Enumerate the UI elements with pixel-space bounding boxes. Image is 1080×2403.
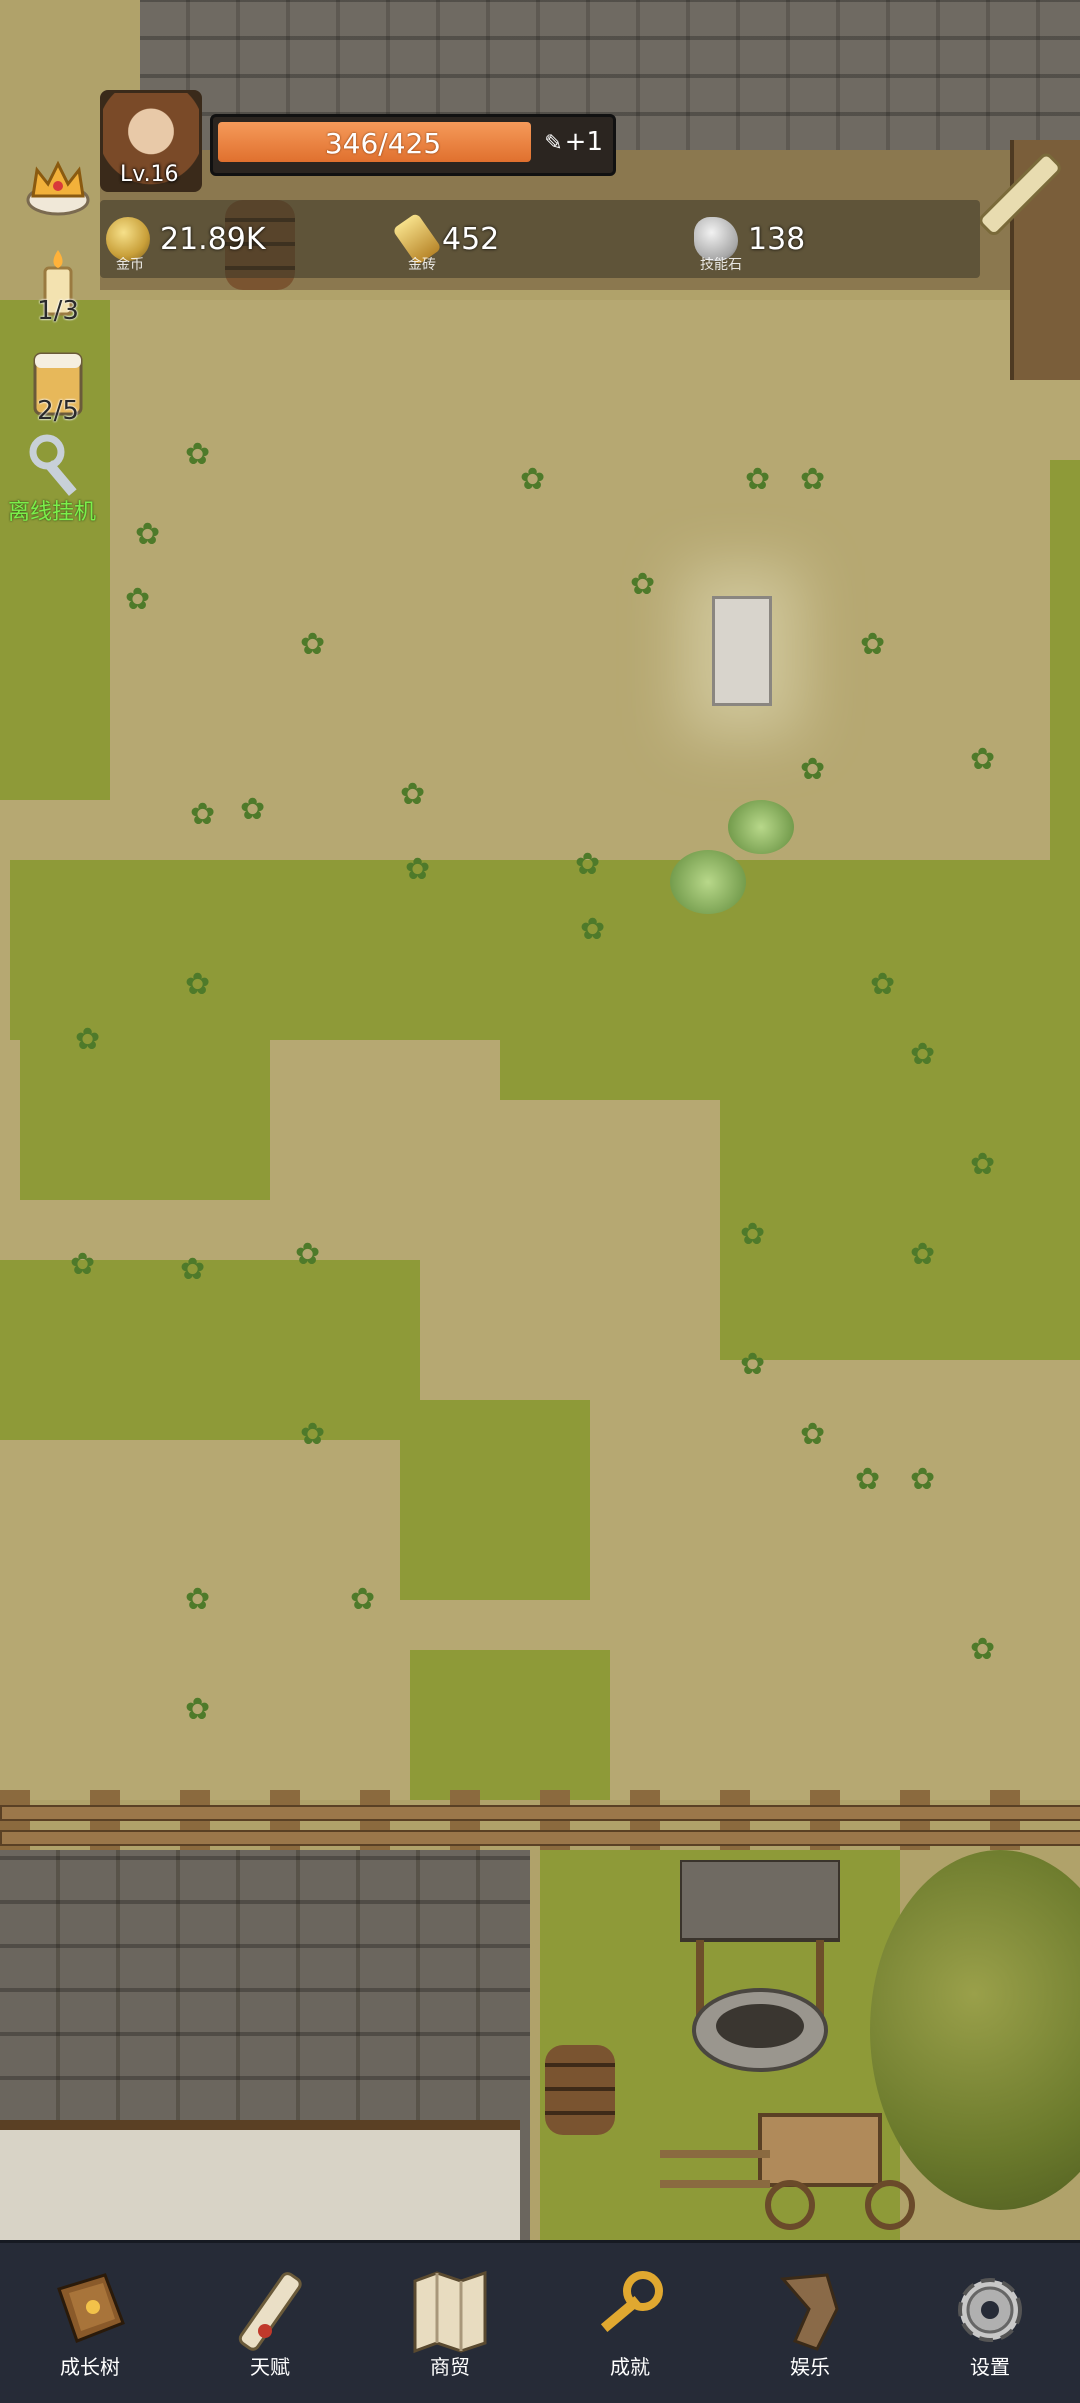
crop-sprout[interactable] <box>75 1025 111 1055</box>
entertainment-icon <box>779 2273 839 2351</box>
crop-sprout[interactable] <box>190 800 226 830</box>
grass-patch <box>500 1040 1080 1100</box>
grass-patch <box>0 1260 420 1440</box>
skill-stone-value: 138 <box>748 221 806 257</box>
crop-sprout[interactable] <box>910 1040 946 1070</box>
settings-gear-icon <box>958 2278 1022 2342</box>
grass-patch <box>20 1040 270 1200</box>
achievement-key-icon <box>600 2271 663 2332</box>
growth-tree-book-icon <box>57 2273 125 2343</box>
key-icon <box>29 434 77 496</box>
crop-sprout[interactable] <box>125 585 161 615</box>
crop-sprout[interactable] <box>185 1695 221 1725</box>
offline-idle-button[interactable] <box>18 430 98 504</box>
offline-idle-label[interactable]: 离线挂机 <box>8 494 96 526</box>
crop-sprout[interactable] <box>910 1240 946 1270</box>
drink-button[interactable]: 2/5 <box>18 348 98 426</box>
crop-sprout[interactable] <box>185 970 221 1000</box>
nav-talent[interactable]: 天赋 <box>180 2243 360 2403</box>
crop-sprout[interactable] <box>580 915 616 945</box>
quest-scroll-icon[interactable] <box>980 150 1070 240</box>
crop-sprout[interactable] <box>970 1150 1006 1180</box>
nav-settings-label: 设置 <box>970 2355 1010 2379</box>
crop-sprout[interactable] <box>135 520 171 550</box>
gold-brick-value: 452 <box>442 221 500 257</box>
crop-sprout[interactable] <box>300 630 336 660</box>
crop-sprout[interactable] <box>800 465 836 495</box>
house-wall <box>0 2120 520 2240</box>
crop-sprout[interactable] <box>970 1635 1006 1665</box>
gold-brick-label: 金砖 <box>408 257 436 273</box>
grass-patch <box>10 860 1080 1040</box>
farm-field-scene[interactable] <box>0 0 1080 2240</box>
crop-sprout[interactable] <box>800 1420 836 1450</box>
xp-bonus: ✎+1 <box>544 127 603 157</box>
crop-sprout[interactable] <box>970 745 1006 775</box>
fence-rail <box>0 1805 1080 1821</box>
crop-sprout[interactable] <box>860 630 896 660</box>
nav-trade-label: 商贸 <box>430 2355 470 2379</box>
gold-coin-resource[interactable]: 21.89K 金币 <box>106 200 266 278</box>
gold-coin-label: 金币 <box>116 257 144 273</box>
crop-sprout[interactable] <box>300 1420 336 1450</box>
gold-coin-value: 21.89K <box>160 221 266 257</box>
xp-bar: 346/425 ✎+1 <box>210 114 616 176</box>
crop-sprout[interactable] <box>800 755 836 785</box>
crop-sprout[interactable] <box>740 1220 776 1250</box>
crown-button[interactable] <box>18 150 98 224</box>
wrench-icon: ✎ <box>544 131 563 156</box>
crop-sprout[interactable] <box>295 1240 331 1270</box>
nav-achievement-label: 成就 <box>610 2355 650 2379</box>
nav-growth-tree-label: 成长树 <box>60 2355 120 2379</box>
nav-talent-label: 天赋 <box>250 2355 290 2379</box>
crop-sprout[interactable] <box>400 780 436 810</box>
crop-sprout[interactable] <box>520 465 556 495</box>
crown-icon <box>26 160 90 216</box>
talent-scroll-icon <box>238 2272 302 2351</box>
crop-sprout[interactable] <box>185 440 221 470</box>
gold-brick-resource[interactable]: 452 金砖 <box>392 200 500 278</box>
nav-settings[interactable]: 设置 <box>900 2243 1080 2403</box>
crop-sprout[interactable] <box>745 465 781 495</box>
crop-sprout[interactable] <box>740 1350 776 1380</box>
crop-sprout[interactable] <box>910 1465 946 1495</box>
player-level: Lv.16 <box>120 162 179 187</box>
barrel <box>545 2045 615 2135</box>
trade-map-icon <box>413 2270 487 2354</box>
nav-entertainment[interactable]: 娱乐 <box>720 2243 900 2403</box>
stone-well[interactable] <box>680 1860 840 2080</box>
fence-rail <box>0 1830 1080 1846</box>
grass-patch <box>410 1650 610 1800</box>
grass-patch <box>400 1400 590 1600</box>
crop-sprout[interactable] <box>350 1585 386 1615</box>
crop-sprout[interactable] <box>180 1255 216 1285</box>
cabbage[interactable] <box>728 800 794 854</box>
crop-sprout[interactable] <box>870 970 906 1000</box>
crop-sprout[interactable] <box>185 1585 221 1615</box>
skill-stone-label: 技能石 <box>700 257 742 273</box>
bottom-nav: 成长树 天赋 商贸 成就 娱乐 设置 <box>0 2240 1080 2403</box>
crop-sprout[interactable] <box>405 855 441 885</box>
tombstone[interactable] <box>712 596 772 706</box>
nav-growth-tree[interactable]: 成长树 <box>0 2243 180 2403</box>
xp-bonus-value: +1 <box>564 127 603 157</box>
nav-entertainment-label: 娱乐 <box>790 2355 830 2379</box>
crop-sprout[interactable] <box>240 795 276 825</box>
crop-sprout[interactable] <box>855 1465 891 1495</box>
candle-button[interactable]: 1/3 <box>18 248 98 326</box>
wooden-cart <box>660 2113 915 2230</box>
nav-achievement[interactable]: 成就 <box>540 2243 720 2403</box>
crop-sprout[interactable] <box>575 850 611 880</box>
crop-sprout[interactable] <box>70 1250 106 1280</box>
crop-sprout[interactable] <box>630 570 666 600</box>
grass-patch <box>1050 460 1080 860</box>
nav-trade[interactable]: 商贸 <box>360 2243 540 2403</box>
skill-stone-resource[interactable]: 138 技能石 <box>694 200 805 278</box>
xp-text: 346/425 <box>324 127 442 160</box>
cabbage[interactable] <box>670 850 746 914</box>
